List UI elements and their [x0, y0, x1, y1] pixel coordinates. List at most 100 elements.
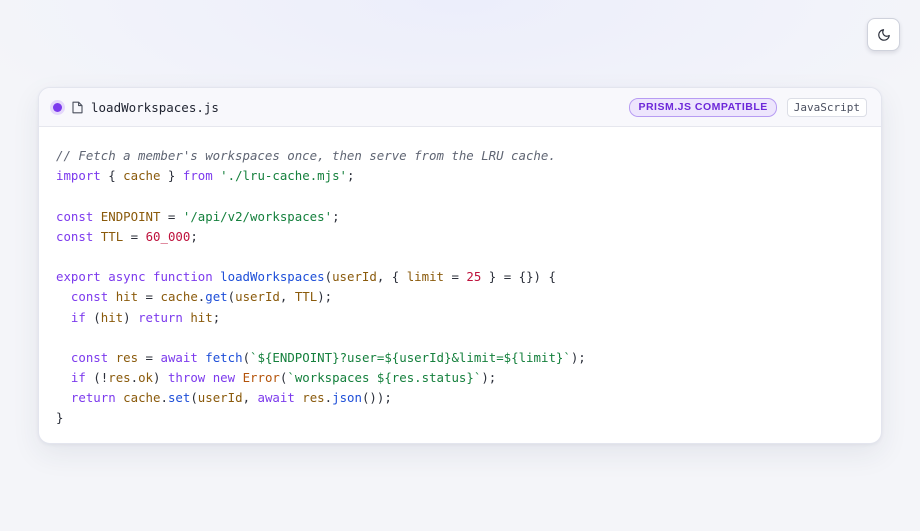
code-token-string: `workspaces ${res.status}`	[287, 370, 482, 386]
file-icon	[72, 101, 83, 114]
code-token-punct: ,	[279, 289, 295, 305]
code-token-variable: userId	[235, 289, 280, 305]
theme-toggle-button[interactable]	[867, 18, 900, 51]
code-token-variable: cache	[123, 168, 161, 184]
code-token-string: '/api/v2/workspaces'	[182, 208, 333, 224]
code-token-punct: ;	[332, 208, 340, 224]
code-token-variable: TTL	[100, 228, 124, 244]
code-token-punct: ;	[212, 309, 221, 325]
code-token-punct: }	[160, 168, 183, 184]
code-token-keyword: new	[212, 370, 236, 386]
code-token-keyword: from	[182, 168, 213, 184]
code-token-variable: hit	[100, 309, 124, 325]
code-token-punct	[235, 370, 242, 385]
language-badge: JavaScript	[786, 97, 867, 117]
code-token-number: 25	[466, 269, 482, 285]
code-token-keyword: const	[70, 349, 109, 365]
code-token-punct: );	[317, 289, 333, 305]
code-token-punct: .	[130, 370, 139, 386]
code-token-keyword: await	[257, 390, 295, 406]
code-token-punct: )	[153, 370, 168, 386]
code-token-punct: }	[56, 410, 64, 426]
code-token-punct: );	[481, 370, 497, 386]
code-token-punct: (	[242, 349, 251, 365]
moon-icon	[877, 28, 891, 42]
code-token-punct: (!	[85, 370, 109, 386]
code-token-class: Error	[242, 370, 280, 386]
code-token-punct: =	[138, 349, 161, 365]
code-token-punct	[108, 289, 115, 304]
code-token-keyword: if	[70, 309, 86, 325]
code-line: return cache.set(userId, await res.json(…	[56, 388, 864, 408]
code-token-punct: )	[123, 309, 139, 325]
code-token-string: './lru-cache.mjs'	[220, 168, 347, 184]
code-token-punct: {	[100, 168, 124, 184]
code-token-punct: ());	[361, 390, 392, 406]
code-token-punct: (	[85, 309, 101, 325]
code-token-variable: res	[115, 349, 139, 365]
code-token-variable: TTL	[294, 289, 318, 305]
code-token-punct: ;	[190, 228, 198, 244]
code-token-punct	[108, 350, 115, 365]
code-token-punct	[56, 289, 71, 304]
code-token-punct	[56, 390, 71, 405]
code-line: import { cache } from './lru-cache.mjs';	[56, 166, 864, 186]
code-token-punct	[205, 370, 212, 385]
code-token-punct: ;	[347, 168, 355, 184]
code-token-variable: res	[302, 390, 325, 406]
code-token-punct: .	[160, 390, 168, 406]
code-token-punct	[146, 269, 153, 284]
code-token-function: json	[332, 390, 362, 406]
code-token-function: set	[167, 390, 191, 406]
code-line: if (!res.ok) throw new Error(`workspaces…	[56, 368, 864, 388]
code-token-keyword: throw	[167, 370, 206, 386]
code-token-punct: (	[324, 269, 333, 285]
code-token-variable: res	[108, 370, 131, 386]
code-token-punct: .	[324, 390, 333, 406]
code-token-keyword: async	[108, 269, 146, 285]
code-token-variable: ENDPOINT	[100, 208, 161, 224]
code-line: // Fetch a member's workspaces once, the…	[56, 146, 864, 166]
code-token-keyword: return	[70, 390, 116, 406]
code-token-variable: cache	[160, 289, 198, 305]
code-token-variable: ok	[138, 370, 154, 386]
code-token-punct	[56, 310, 71, 325]
code-token-comment: // Fetch a member's workspaces once, the…	[56, 148, 556, 163]
code-token-punct: =	[138, 289, 161, 305]
code-line: const hit = cache.get(userId, TTL);	[56, 287, 864, 307]
code-token-variable: userId	[332, 269, 377, 285]
code-token-function: get	[205, 289, 228, 305]
code-token-punct	[56, 370, 71, 385]
code-token-punct	[56, 350, 71, 365]
code-token-punct: ,	[242, 390, 258, 406]
code-line: }	[56, 408, 864, 428]
code-token-variable: hit	[115, 289, 139, 305]
code-token-punct	[93, 229, 100, 244]
filename: loadWorkspaces.js	[91, 99, 219, 115]
code-token-punct: (	[227, 289, 236, 305]
code-token-function: fetch	[205, 349, 243, 365]
code-line: const res = await fetch(`${ENDPOINT}?use…	[56, 348, 864, 368]
code-token-punct: , {	[376, 269, 407, 285]
code-token-keyword: export	[56, 269, 101, 285]
code-token-function: loadWorkspaces	[220, 269, 325, 285]
code-token-punct	[93, 209, 100, 224]
code-token-punct: =	[160, 208, 183, 224]
code-line: if (hit) return hit;	[56, 308, 864, 328]
code-token-variable: cache	[123, 390, 161, 406]
code-token-punct: } = {}) {	[481, 269, 556, 285]
code-card: loadWorkspaces.js PRISM.JS COMPATIBLE Ja…	[38, 87, 882, 444]
status-dot	[53, 102, 62, 112]
code-token-variable: limit	[406, 269, 444, 285]
prism-compat-badge: PRISM.JS COMPATIBLE	[629, 97, 777, 117]
code-token-variable: userId	[197, 390, 243, 406]
code-token-string: `${ENDPOINT}?user=${userId}&limit=${limi…	[250, 349, 571, 365]
code-token-keyword: const	[56, 228, 94, 244]
code-line: export async function loadWorkspaces(use…	[56, 267, 864, 287]
code-body[interactable]: // Fetch a member's workspaces once, the…	[39, 127, 881, 429]
code-card-header: loadWorkspaces.js PRISM.JS COMPATIBLE Ja…	[39, 88, 881, 127]
code-token-keyword: if	[70, 370, 86, 386]
